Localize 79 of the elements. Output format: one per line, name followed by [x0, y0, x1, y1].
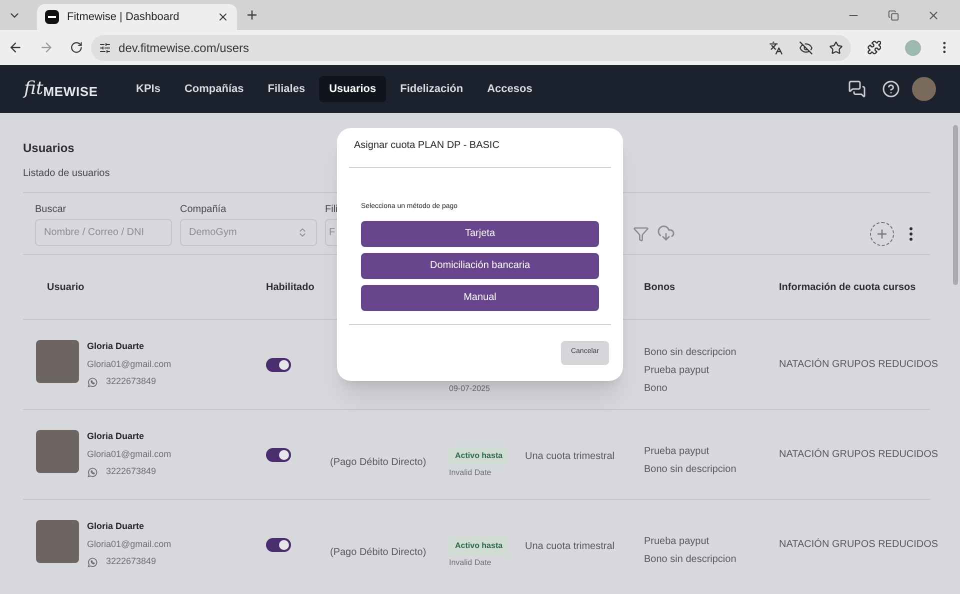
fee-name: Una cuota trimestral [525, 450, 614, 462]
extensions-icon[interactable] [866, 40, 882, 55]
close-window-icon[interactable] [927, 8, 940, 22]
page-subtitle: Listado de usuarios [23, 167, 110, 181]
filter-label: Buscar [35, 203, 66, 217]
status-badge: Activo hasta [449, 537, 509, 555]
logo-script: fit [24, 80, 44, 98]
site-settings-icon[interactable] [98, 42, 111, 54]
fee-name: Una cuota trimestral [525, 540, 614, 552]
bono-name: Bono sin descripcion [644, 463, 738, 477]
chat-bubble-icon [87, 376, 98, 388]
plus-icon [875, 227, 889, 241]
status-date: Invalid Date [449, 467, 492, 479]
nav-tab[interactable]: KPIs [126, 76, 170, 102]
address-bar[interactable]: dev.fitmewise.com/users [90, 34, 850, 60]
filter-label: Compañía [180, 203, 226, 217]
column-header: Usuario [46, 280, 86, 294]
payment-option-button[interactable]: Tarjeta [361, 220, 599, 246]
user-email: Gloria01@gmail.com [87, 538, 172, 551]
payment-option-button[interactable]: Domiciliación bancaria [361, 252, 599, 278]
status-date: 09-07-2025 [449, 383, 490, 395]
user-phone: 3222673849 [106, 555, 156, 568]
close-icon[interactable] [217, 11, 229, 23]
bono-name: Bono sin descripcion [644, 346, 738, 360]
payment-method: (Pago Débito Directo) [330, 456, 426, 468]
status-badge: Activo hasta [449, 447, 509, 465]
column-header: Información de cuota cursos [778, 280, 917, 294]
chat-bubble-icon [87, 466, 98, 478]
nav-tab[interactable]: Fidelización [390, 76, 474, 102]
bono-name: Prueba payput [644, 364, 710, 378]
dialog-title: Asignar cuota PLAN DP - BASIC [354, 139, 500, 153]
column-header: Bonos [643, 280, 676, 294]
course-info: NATACIÓN GRUPOS REDUCIDOS [778, 357, 938, 372]
chat-icon[interactable] [848, 80, 866, 98]
course-info: NATACIÓN GRUPOS REDUCIDOS [778, 537, 938, 552]
filter-label: Fili [325, 203, 338, 217]
search-field[interactable]: Nombre / Correo / DNI [35, 219, 172, 246]
new-tab-icon[interactable] [245, 8, 259, 22]
translate-icon[interactable] [768, 40, 782, 54]
photo-placeholder [36, 340, 79, 384]
user-email: Gloria01@gmail.com [87, 358, 172, 371]
bono-name: Bono [644, 382, 668, 396]
chevron-icon [297, 227, 308, 238]
logo-text: MEWISE [43, 85, 98, 98]
back-icon[interactable] [8, 40, 23, 55]
status-date: Invalid Date [449, 557, 492, 569]
add-button[interactable] [870, 222, 894, 246]
column-header: Habilitado [265, 280, 316, 294]
user-phone: 3222673849 [106, 465, 156, 478]
course-info: NATACIÓN GRUPOS REDUCIDOS [778, 447, 938, 462]
payment-option-button[interactable]: Manual [361, 284, 599, 310]
nav-tab[interactable]: Accesos [477, 76, 542, 102]
nav-tab[interactable]: Usuarios [319, 76, 386, 102]
user-name: Gloria Duarte [87, 340, 146, 354]
user-phone: 3222673849 [106, 375, 156, 388]
toggle-switch[interactable] [266, 538, 291, 552]
user-avatar[interactable] [912, 77, 936, 101]
help-icon[interactable] [882, 80, 900, 98]
chat-bubble-icon [87, 556, 98, 568]
toggle-switch[interactable] [266, 358, 291, 372]
photo-placeholder [36, 430, 79, 474]
user-email: Gloria01@gmail.com [87, 448, 172, 461]
bono-name: Prueba payput [644, 445, 710, 459]
user-name: Gloria Duarte [87, 520, 146, 534]
nav-tab[interactable]: Filiales [258, 76, 316, 102]
browser-tab[interactable]: Fitmewise | Dashboard [37, 4, 237, 30]
star-icon[interactable] [828, 40, 842, 54]
nav-tab[interactable]: Compañías [174, 76, 254, 102]
toggle-switch[interactable] [266, 448, 291, 462]
payment-method: (Pago Débito Directo) [330, 546, 426, 558]
photo-placeholder [36, 520, 79, 564]
eye-off-icon[interactable] [798, 40, 812, 54]
favicon-icon [45, 10, 59, 24]
bono-name: Bono sin descripcion [644, 553, 738, 567]
user-name: Gloria Duarte [87, 430, 146, 444]
restore-icon[interactable] [888, 10, 899, 20]
bono-name: Prueba payput [644, 535, 710, 549]
page-title: Usuarios [23, 140, 74, 157]
reload-icon[interactable] [70, 41, 83, 54]
